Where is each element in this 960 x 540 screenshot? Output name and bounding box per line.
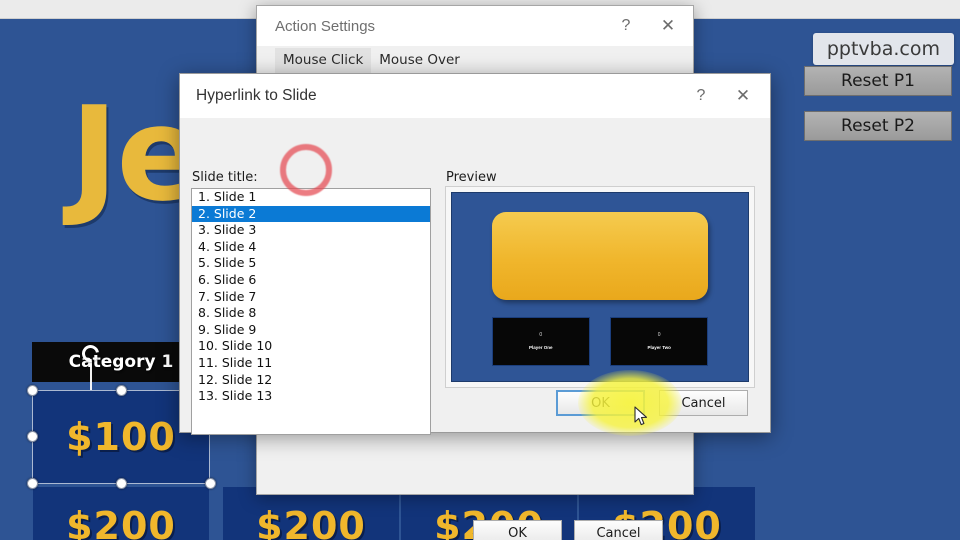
action-settings-title: Action Settings — [275, 17, 376, 35]
slide-title-listbox[interactable]: 1. Slide 1 2. Slide 2 3. Slide 3 4. Slide 4… — [191, 188, 431, 435]
slide-list-item[interactable]: 11. Slide 11 — [192, 355, 430, 372]
grid-cell-c1-r2[interactable]: $200 — [32, 486, 210, 540]
reset-p1-button[interactable]: Reset P1 — [804, 66, 952, 96]
slide-list-item[interactable]: 9. Slide 9 — [192, 322, 430, 339]
hyperlink-dialog-footer: OK Cancel — [556, 390, 748, 416]
preview-player-one-name: Player One — [529, 345, 553, 351]
preview-player-two-score: 0 — [657, 332, 661, 339]
hyperlink-dialog-title: Hyperlink to Slide — [196, 87, 317, 104]
slide-list-item[interactable]: 12. Slide 12 — [192, 372, 430, 389]
reset-p2-button[interactable]: Reset P2 — [804, 111, 952, 141]
slide-list-item[interactable]: 6. Slide 6 — [192, 272, 430, 289]
hyperlink-dialog-content: Slide title: Preview 1. Slide 1 2. Slide … — [180, 118, 770, 435]
resize-handle-bottom-left[interactable] — [27, 478, 38, 489]
slide-list-item[interactable]: 4. Slide 4 — [192, 239, 430, 256]
tab-mouse-click[interactable]: Mouse Click — [275, 48, 372, 73]
slide-list-item[interactable]: 8. Slide 8 — [192, 305, 430, 322]
action-settings-ok-button[interactable]: OK — [473, 520, 562, 540]
action-settings-titlebar[interactable]: Action Settings ? ✕ — [257, 6, 693, 46]
rotation-handle-stem — [90, 362, 92, 390]
slide-list-item[interactable]: 1. Slide 1 — [192, 189, 430, 206]
slide-list-item[interactable]: 3. Slide 3 — [192, 222, 430, 239]
preview-player-one-score: 0 — [539, 332, 543, 339]
slide-list-item[interactable]: 5. Slide 5 — [192, 255, 430, 272]
tab-mouse-over[interactable]: Mouse Over — [371, 48, 468, 73]
preview-answer-box — [491, 211, 709, 301]
preview-pane: 0 Player One 0 Player Two — [445, 186, 755, 388]
slide-list-item[interactable]: 13. Slide 13 — [192, 388, 430, 405]
slide-title-label: Slide title: — [192, 170, 258, 185]
preview-slide-thumbnail: 0 Player One 0 Player Two — [451, 192, 749, 382]
question-mark-icon[interactable]: ? — [680, 77, 722, 115]
resize-handle-top-center[interactable] — [116, 385, 127, 396]
action-settings-footer: OK Cancel — [257, 504, 693, 540]
resize-handle-middle-left[interactable] — [27, 431, 38, 442]
screenshot-root: Je Category 1 $100 $200 $200 $200 $200 p… — [0, 0, 960, 540]
slide-list-item[interactable]: 7. Slide 7 — [192, 289, 430, 306]
question-mark-icon[interactable]: ? — [605, 7, 647, 45]
close-icon[interactable]: ✕ — [722, 77, 764, 115]
preview-player-two-name: Player Two — [647, 345, 671, 351]
preview-player-one: 0 Player One — [491, 317, 590, 366]
resize-handle-top-left[interactable] — [27, 385, 38, 396]
hyperlink-to-slide-dialog: Hyperlink to Slide ? ✕ Slide title: Prev… — [179, 73, 771, 435]
action-settings-tabs: Mouse Click Mouse Over — [257, 46, 693, 74]
site-watermark: pptvba.com — [812, 33, 954, 65]
preview-label: Preview — [446, 170, 497, 185]
action-settings-cancel-button[interactable]: Cancel — [574, 520, 663, 540]
close-icon[interactable]: ✕ — [647, 7, 689, 45]
preview-player-two: 0 Player Two — [610, 317, 709, 366]
hyperlink-dialog-titlebar[interactable]: Hyperlink to Slide ? ✕ — [180, 74, 770, 118]
resize-handle-bottom-right[interactable] — [205, 478, 216, 489]
slide-list-item[interactable]: 2. Slide 2 — [192, 205, 430, 223]
hyperlink-ok-button[interactable]: OK — [556, 390, 645, 416]
resize-handle-bottom-center[interactable] — [116, 478, 127, 489]
slide-list-item[interactable]: 10. Slide 10 — [192, 338, 430, 355]
hyperlink-cancel-button[interactable]: Cancel — [659, 390, 748, 416]
